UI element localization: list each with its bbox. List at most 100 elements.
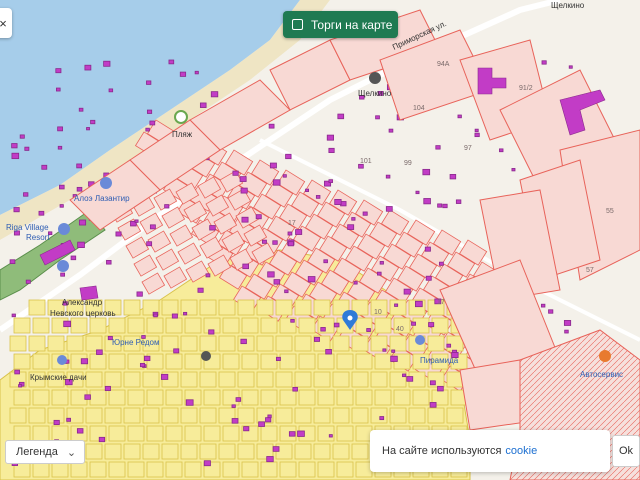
legend-button[interactable]: Легенда ⌄ (5, 440, 85, 464)
parcel-number: 17 (288, 220, 296, 227)
parcel (142, 371, 160, 388)
parcel (222, 461, 240, 478)
building (288, 431, 296, 437)
building (139, 362, 146, 368)
cadastral-map[interactable]: Пляж Алоэ Лазантир Riga Village Resort А… (0, 0, 640, 480)
parcel (51, 389, 69, 406)
parcel (180, 371, 198, 388)
parcel (298, 389, 316, 406)
parcel (275, 371, 293, 388)
car-service-icon[interactable] (599, 350, 611, 362)
building (297, 430, 305, 437)
place-icon[interactable] (57, 355, 67, 365)
building (179, 71, 187, 77)
building (429, 402, 437, 408)
parcel (256, 335, 274, 352)
parcel (389, 299, 407, 316)
parcel (127, 425, 145, 442)
parcel (351, 335, 369, 352)
place-icon[interactable] (415, 335, 425, 345)
church-icon[interactable] (57, 260, 69, 272)
building (59, 204, 64, 208)
building (98, 436, 106, 443)
parcel (28, 407, 46, 424)
building (11, 152, 20, 160)
building (115, 231, 122, 237)
parcel (374, 389, 392, 406)
parcel (222, 425, 240, 442)
building (96, 349, 103, 355)
parcel (89, 317, 107, 334)
place-label: Щелкино (551, 1, 585, 10)
parcel (370, 407, 388, 424)
building (385, 174, 391, 179)
parcel-number: 94А (437, 61, 450, 68)
parcel (237, 371, 255, 388)
building (90, 119, 96, 125)
building (548, 309, 554, 314)
building (203, 460, 211, 467)
building (439, 261, 444, 266)
parcel (260, 425, 278, 442)
building (255, 214, 262, 220)
building (59, 184, 65, 190)
parcel (85, 407, 103, 424)
parcel (89, 461, 107, 478)
building (272, 179, 281, 186)
building (377, 271, 382, 276)
building (323, 259, 328, 264)
building (199, 102, 207, 108)
building (563, 320, 572, 326)
beach-icon[interactable] (174, 110, 188, 124)
parcel (180, 407, 198, 424)
building (108, 88, 114, 93)
parcel (374, 317, 392, 334)
building (168, 59, 175, 65)
building (541, 60, 547, 65)
parcel (389, 335, 407, 352)
parcel (313, 371, 331, 388)
parcel (256, 299, 274, 316)
cookie-ok-button[interactable]: Ok (612, 435, 640, 467)
building (353, 281, 358, 285)
hotel-icon[interactable] (100, 177, 112, 189)
parcel (123, 407, 141, 424)
checkbox-icon[interactable] (292, 19, 303, 30)
parcel (13, 425, 31, 442)
building (183, 311, 188, 316)
parcel (408, 407, 426, 424)
parcel (32, 461, 50, 478)
building (275, 356, 281, 361)
parcel (355, 389, 373, 406)
building (499, 148, 504, 153)
building (53, 419, 60, 426)
parcel (317, 425, 335, 442)
auction-map-toggle-button[interactable]: Торги на карте (283, 11, 398, 38)
building (266, 456, 274, 463)
parcel (241, 317, 259, 334)
parcel (313, 443, 331, 460)
cookie-link[interactable]: cookie (505, 445, 537, 457)
building (164, 204, 170, 209)
parcel (104, 443, 122, 460)
close-button[interactable]: × (0, 8, 12, 38)
parcel (142, 407, 160, 424)
parcel (199, 371, 217, 388)
bus-stop-icon[interactable] (369, 72, 381, 84)
hotel-icon[interactable] (58, 223, 70, 235)
parcel (279, 389, 297, 406)
parcel (146, 425, 164, 442)
building (57, 126, 63, 132)
parcel (51, 461, 69, 478)
building (76, 428, 84, 434)
place-label: Крымские дачи (30, 373, 87, 382)
building (240, 187, 248, 194)
building (24, 146, 30, 151)
building (267, 414, 272, 419)
parcel (279, 353, 297, 370)
parcel-number: 101 (360, 158, 372, 165)
parcel (317, 461, 335, 478)
place-icon[interactable] (201, 351, 211, 361)
building (13, 207, 20, 213)
chevron-down-icon: ⌄ (66, 446, 77, 459)
